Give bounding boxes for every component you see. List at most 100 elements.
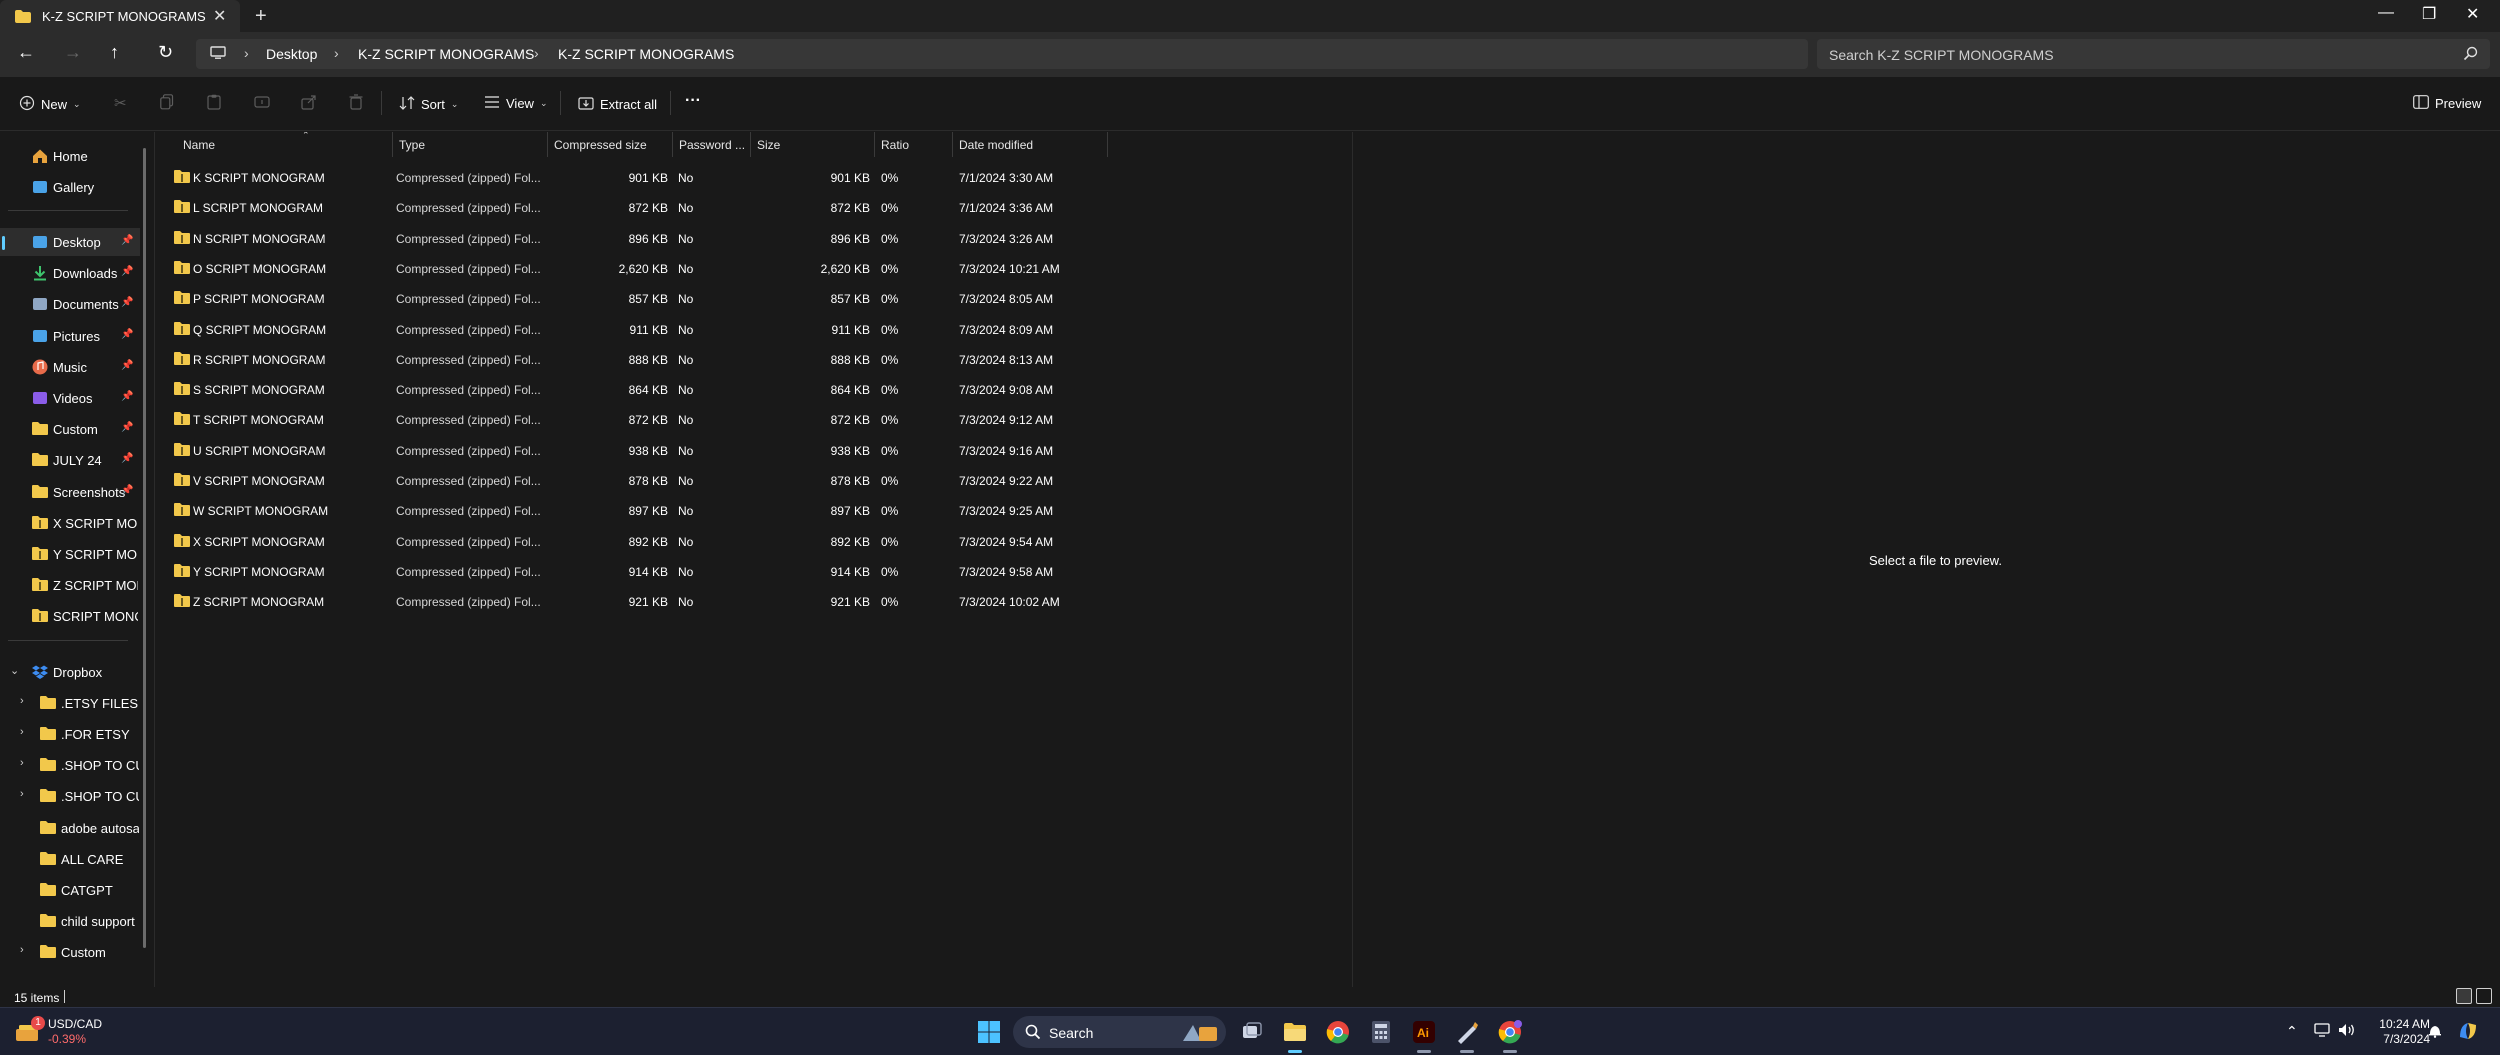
pin-icon[interactable]: 📌 — [121, 422, 133, 433]
details-view-icon[interactable] — [2456, 988, 2472, 1004]
nav-item-dropbox[interactable]: ⌄ Dropbox — [0, 658, 140, 686]
file-row[interactable]: S SCRIPT MONOGRAM Compressed (zipped) Fol… — [155, 374, 1105, 404]
nav-item-custom[interactable]: › Custom — [0, 938, 140, 966]
nav-item-child-support[interactable]: child support — [0, 907, 140, 935]
file-explorer-icon[interactable] — [1283, 1020, 1307, 1044]
pin-icon[interactable]: 📌 — [121, 485, 133, 496]
file-row[interactable]: V SCRIPT MONOGRAM Compressed (zipped) Fol… — [155, 465, 1105, 495]
expand-chevron-icon[interactable]: › — [20, 944, 24, 956]
tab-close-icon[interactable]: ✕ — [213, 6, 226, 26]
forward-arrow-icon[interactable]: → — [64, 42, 82, 63]
pin-icon[interactable]: 📌 — [121, 360, 133, 371]
delete-icon[interactable] — [349, 94, 363, 110]
breadcrumb-current-folder[interactable]: K-Z SCRIPT MONOGRAMS — [558, 46, 734, 62]
file-row[interactable]: Z SCRIPT MONOGRAM Compressed (zipped) Fol… — [155, 586, 1105, 616]
nav-item-videos[interactable]: Videos 📌 — [0, 384, 140, 412]
copy-icon[interactable] — [160, 94, 174, 110]
illustrator-icon[interactable]: Ai — [1412, 1020, 1436, 1044]
start-windows-icon[interactable] — [977, 1020, 1001, 1044]
expand-chevron-icon[interactable]: › — [20, 788, 24, 800]
new-button[interactable]: New ⌄ — [19, 95, 81, 114]
nav-item-z-script-monc[interactable]: Z SCRIPT MONC — [0, 571, 140, 599]
file-row[interactable]: X SCRIPT MONOGRAM Compressed (zipped) Fol… — [155, 526, 1105, 556]
nav-item-downloads[interactable]: Downloads 📌 — [0, 259, 140, 287]
show-hidden-icons-chevron-icon[interactable]: ⌃ — [2286, 1023, 2298, 1040]
nav-item-etsy-files[interactable]: › .ETSY FILES — [0, 689, 140, 717]
cut-icon[interactable]: ✂ — [114, 94, 127, 112]
column-header-password[interactable]: Password ... — [673, 132, 751, 157]
breadcrumb-parent-folder[interactable]: K-Z SCRIPT MONOGRAMS — [358, 46, 534, 62]
nav-item-desktop[interactable]: Desktop 📌 — [0, 228, 140, 256]
breadcrumb-chevron-icon[interactable]: › — [334, 45, 339, 61]
nav-item-screenshots[interactable]: Screenshots 📌 — [0, 478, 140, 506]
tiles-view-icon[interactable] — [2476, 988, 2492, 1004]
breadcrumb-chevron-icon[interactable]: › — [244, 45, 249, 61]
file-row[interactable]: W SCRIPT MONOGRAM Compressed (zipped) Fol… — [155, 495, 1105, 525]
refresh-icon[interactable]: ↻ — [158, 42, 173, 63]
file-row[interactable]: P SCRIPT MONOGRAM Compressed (zipped) Fol… — [155, 283, 1105, 313]
up-arrow-icon[interactable]: ↑ — [110, 42, 119, 63]
nav-item-y-script-monc[interactable]: Y SCRIPT MONC — [0, 540, 140, 568]
nav-item-script-monoc[interactable]: SCRIPT MONOC — [0, 602, 140, 630]
close-button[interactable]: ✕ — [2466, 4, 2479, 24]
nav-item-home[interactable]: Home — [0, 142, 140, 170]
file-row[interactable]: U SCRIPT MONOGRAM Compressed (zipped) Fol… — [155, 435, 1105, 465]
task-view-icon[interactable] — [1240, 1020, 1264, 1044]
chrome-profile-icon[interactable] — [1498, 1020, 1522, 1044]
column-header-date-modified[interactable]: Date modified — [953, 132, 1108, 157]
nav-item-custom[interactable]: Custom 📌 — [0, 415, 140, 443]
search-input[interactable]: Search K-Z SCRIPT MONOGRAMS — [1829, 47, 2054, 63]
column-header-ratio[interactable]: Ratio — [875, 132, 953, 157]
nav-item-shop-to-cut[interactable]: › .SHOP TO CUT — [0, 751, 140, 779]
maximize-button[interactable]: ❐ — [2422, 4, 2436, 24]
search-box[interactable]: Search K-Z SCRIPT MONOGRAMS — [1817, 39, 2490, 69]
expand-chevron-icon[interactable]: › — [20, 726, 24, 738]
notification-bell-icon[interactable] — [2428, 1023, 2442, 1041]
column-header-type[interactable]: Type — [393, 132, 548, 157]
copilot-icon[interactable] — [2456, 1019, 2480, 1046]
sort-button[interactable]: Sort ⌄ — [399, 95, 458, 114]
file-row[interactable]: Y SCRIPT MONOGRAM Compressed (zipped) Fol… — [155, 556, 1105, 586]
nav-item-x-script-monc[interactable]: X SCRIPT MONC — [0, 509, 140, 537]
breadcrumb-chevron-icon[interactable]: › — [534, 45, 539, 61]
nav-item-adobe-autosav[interactable]: adobe autosav — [0, 814, 140, 842]
nav-item-documents[interactable]: Documents 📌 — [0, 290, 140, 318]
pin-icon[interactable]: 📌 — [121, 329, 133, 340]
system-clock[interactable]: 10:24 AM 7/3/2024 — [2370, 1017, 2430, 1047]
nav-item-july-24[interactable]: JULY 24 📌 — [0, 446, 140, 474]
file-row[interactable]: T SCRIPT MONOGRAM Compressed (zipped) Fol… — [155, 404, 1105, 434]
chrome-icon[interactable] — [1326, 1020, 1350, 1044]
more-options-icon[interactable]: ··· — [685, 92, 701, 110]
network-icon[interactable] — [2314, 1023, 2330, 1040]
calculator-icon[interactable] — [1369, 1020, 1393, 1044]
paste-icon[interactable] — [207, 94, 221, 110]
pen-tool-icon[interactable] — [1455, 1020, 1479, 1044]
address-bar[interactable]: › Desktop › K-Z SCRIPT MONOGRAMS › K-Z S… — [196, 39, 1808, 69]
share-icon[interactable] — [301, 94, 317, 110]
pin-icon[interactable]: 📌 — [121, 453, 133, 464]
column-header-size[interactable]: Size — [751, 132, 875, 157]
nav-item-pictures[interactable]: Pictures 📌 — [0, 322, 140, 350]
file-row[interactable]: R SCRIPT MONOGRAM Compressed (zipped) Fol… — [155, 344, 1105, 374]
back-arrow-icon[interactable]: ← — [17, 42, 35, 63]
file-row[interactable]: N SCRIPT MONOGRAM Compressed (zipped) Fol… — [155, 223, 1105, 253]
navigation-scrollbar[interactable] — [143, 148, 146, 948]
taskbar-search[interactable]: Search — [1013, 1016, 1226, 1048]
new-tab-button[interactable]: + — [255, 5, 267, 28]
nav-item-all-care[interactable]: ALL CARE — [0, 845, 140, 873]
view-button[interactable]: View ⌄ — [484, 95, 548, 112]
pin-icon[interactable]: 📌 — [121, 266, 133, 277]
file-row[interactable]: Q SCRIPT MONOGRAM Compressed (zipped) Fol… — [155, 314, 1105, 344]
nav-item-shop-to-cut[interactable]: › .SHOP TO CUT — [0, 782, 140, 810]
expand-chevron-icon[interactable]: › — [20, 695, 24, 707]
file-row[interactable]: K SCRIPT MONOGRAM Compressed (zipped) Fol… — [155, 162, 1105, 192]
computer-icon[interactable] — [210, 46, 226, 65]
file-row[interactable]: L SCRIPT MONOGRAM Compressed (zipped) Fol… — [155, 192, 1105, 222]
preview-toggle-button[interactable]: Preview — [2413, 95, 2481, 112]
column-header-compressed-size[interactable]: Compressed size — [548, 132, 673, 157]
file-row[interactable]: O SCRIPT MONOGRAM Compressed (zipped) Fol… — [155, 253, 1105, 283]
pin-icon[interactable]: 📌 — [121, 297, 133, 308]
breadcrumb-desktop[interactable]: Desktop — [266, 46, 317, 62]
nav-item-gallery[interactable]: Gallery — [0, 173, 140, 201]
expand-chevron-icon[interactable]: › — [20, 757, 24, 769]
